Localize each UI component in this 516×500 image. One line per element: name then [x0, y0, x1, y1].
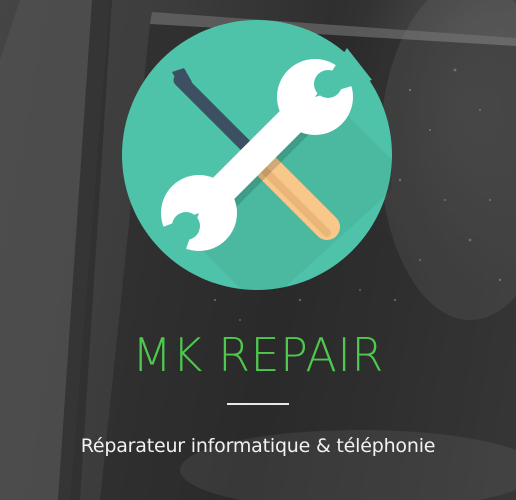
tagline: Réparateur informatique & téléphonie — [80, 435, 436, 457]
brand-title: MK REPAIR — [132, 328, 384, 382]
tools-logo-icon — [122, 20, 392, 290]
hero-section: MK REPAIR Réparateur informatique & télé… — [0, 0, 516, 500]
title-divider — [227, 403, 289, 405]
